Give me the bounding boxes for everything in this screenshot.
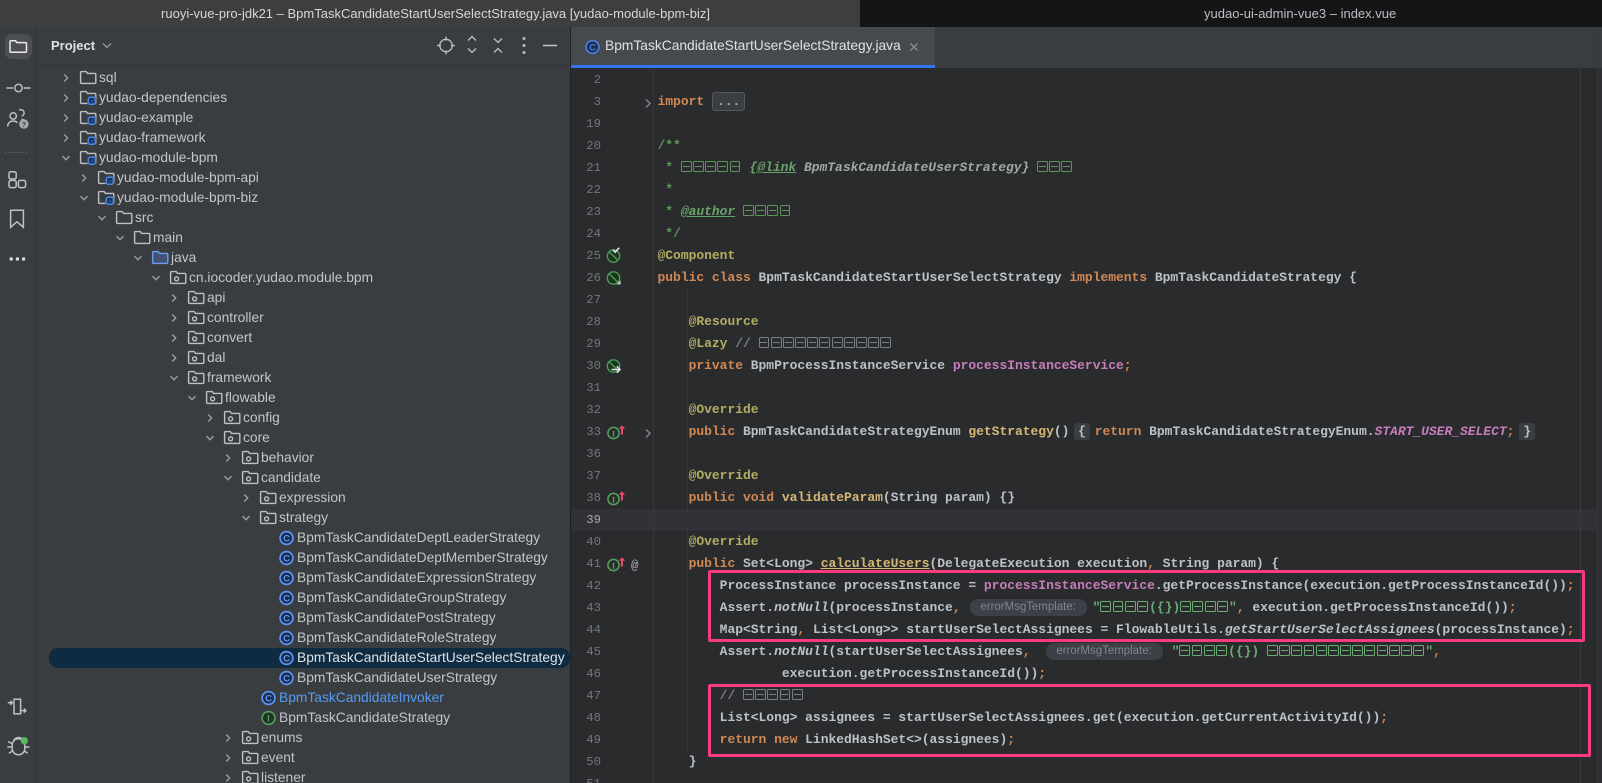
svg-text:C: C [589,42,596,53]
svg-text:@: @ [631,559,639,573]
svg-text:C: C [283,633,290,644]
svg-text:C: C [283,593,290,604]
svg-text:C: C [283,613,290,624]
svg-text:I: I [612,494,616,504]
svg-text:I: I [267,713,270,724]
svg-text:C: C [283,673,290,684]
svg-text:I: I [612,428,616,438]
svg-text:I: I [612,560,616,570]
svg-text:C: C [283,573,290,584]
svg-text:C: C [283,653,290,664]
svg-text:C: C [265,693,272,704]
svg-text:C: C [283,533,290,544]
svg-text:C: C [283,553,290,564]
